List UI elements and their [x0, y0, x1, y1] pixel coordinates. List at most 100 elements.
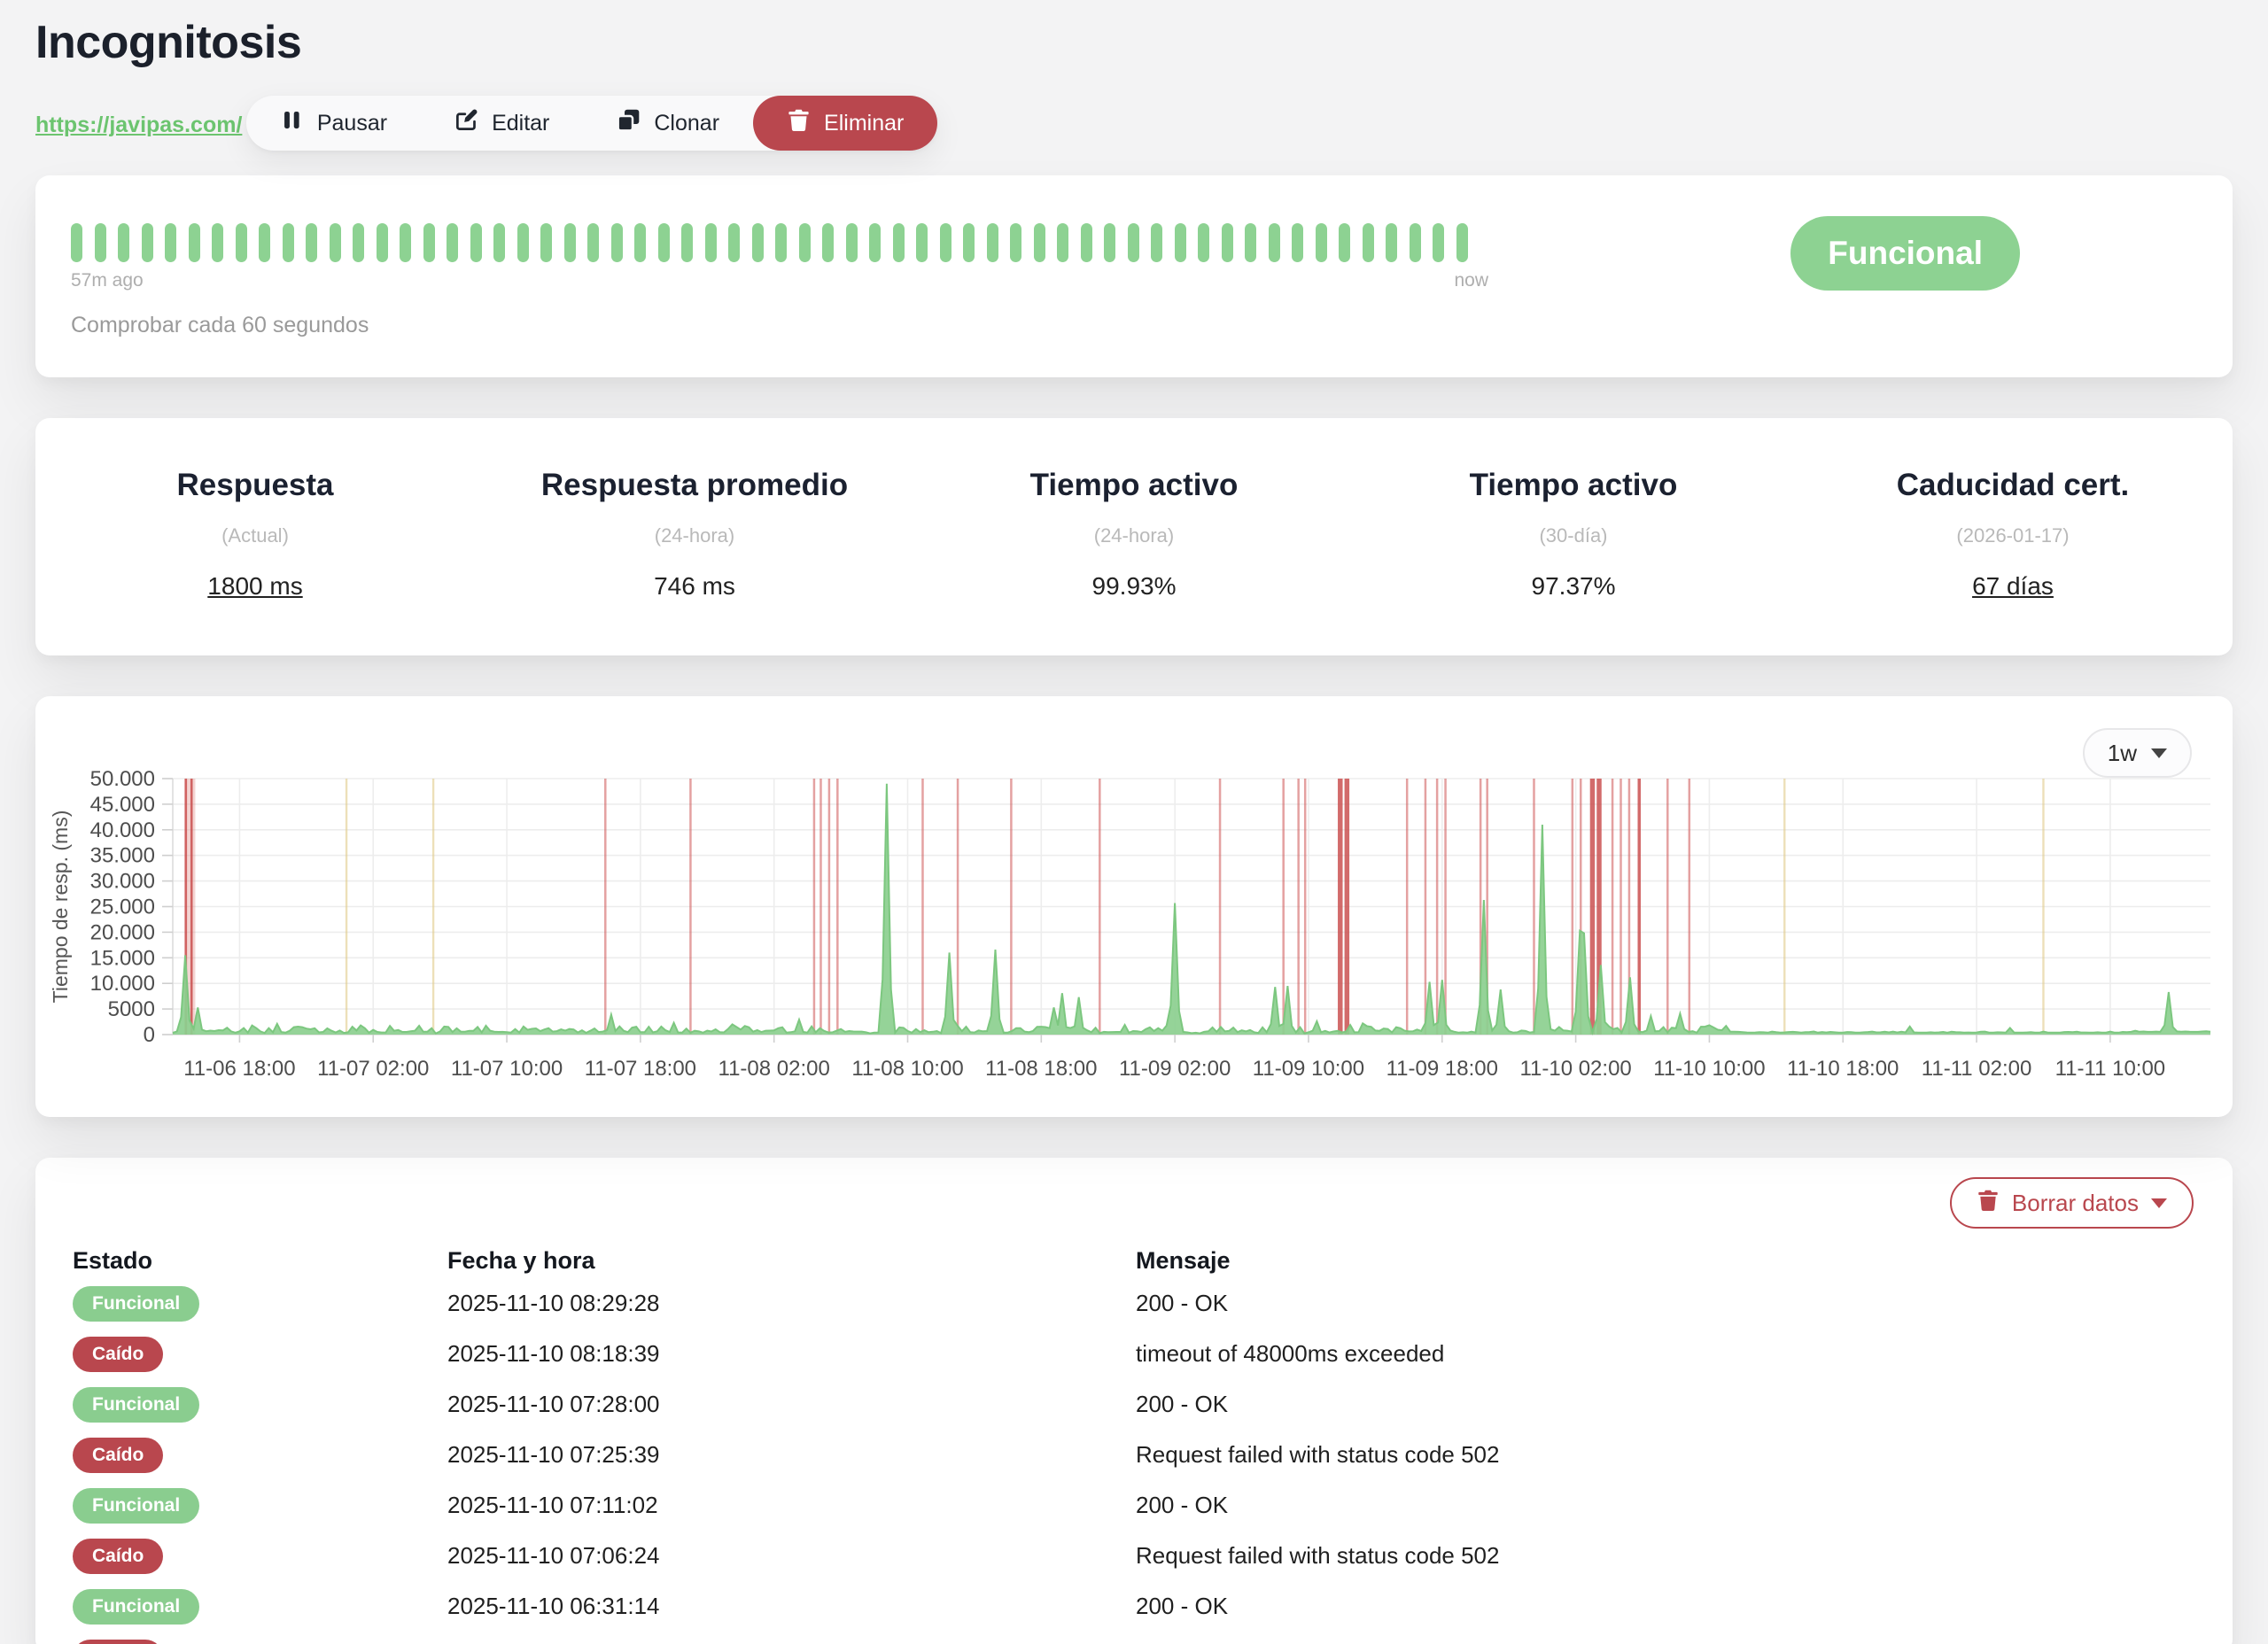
heartbeat-bar[interactable]: [987, 223, 998, 262]
heartbeat-bar[interactable]: [1081, 223, 1092, 262]
check-interval-text: Comprobar cada 60 segundos: [71, 313, 1488, 338]
svg-text:11-08 10:00: 11-08 10:00: [851, 1057, 963, 1081]
period-dropdown-value: 1w: [2108, 740, 2137, 767]
heartbeat-bar[interactable]: [1292, 223, 1303, 262]
stat-subtitle: (30-día): [1354, 524, 1793, 547]
monitor-detail-page: Incognitosis https://javipas.com/ Pausar…: [0, 0, 2268, 1644]
stat-cert-expiry: Caducidad cert. (2026-01-17) 67 días: [1793, 468, 2233, 601]
heartbeat-bar[interactable]: [470, 223, 482, 262]
heartbeat-bar[interactable]: [142, 223, 153, 262]
heartbeat-bar[interactable]: [1128, 223, 1139, 262]
heartbeat-bar[interactable]: [799, 223, 811, 262]
heartbeat-bar[interactable]: [283, 223, 294, 262]
heartbeat-bar[interactable]: [940, 223, 951, 262]
heartbeat-bar[interactable]: [447, 223, 458, 262]
heartbeat-bar[interactable]: [1245, 223, 1256, 262]
heartbeat-bar[interactable]: [165, 223, 176, 262]
heartbeat-bar[interactable]: [1363, 223, 1374, 262]
event-status-badge: Caído: [73, 1337, 163, 1372]
stat-value: 97.37%: [1354, 572, 1793, 601]
svg-text:11-08 18:00: 11-08 18:00: [985, 1057, 1097, 1081]
events-card: Borrar datos Estado Fecha y hora Mensaje…: [35, 1158, 2233, 1644]
stat-value[interactable]: 1800 ms: [35, 572, 475, 601]
heartbeat-bar[interactable]: [775, 223, 787, 262]
edit-button[interactable]: Editar: [421, 96, 583, 151]
stat-subtitle: (Actual): [35, 524, 475, 547]
response-time-chart[interactable]: 0500010.00015.00020.00025.00030.00035.00…: [35, 696, 2233, 1117]
svg-text:45.000: 45.000: [90, 793, 155, 817]
period-dropdown[interactable]: 1w: [2083, 728, 2192, 778]
event-message: 200 - OK: [1136, 1492, 2233, 1519]
heartbeat-bar[interactable]: [1034, 223, 1045, 262]
heartbeat-bar[interactable]: [1104, 223, 1115, 262]
heartbeat-bar[interactable]: [728, 223, 740, 262]
heartbeat-bar[interactable]: [236, 223, 247, 262]
heartbeat-bar[interactable]: [189, 223, 200, 262]
heartbeat-bar[interactable]: [1339, 223, 1350, 262]
heartbeat-bar[interactable]: [963, 223, 975, 262]
edit-icon: [454, 108, 478, 138]
event-status-badge: Funcional: [73, 1387, 199, 1423]
heartbeat-bar[interactable]: [916, 223, 928, 262]
heartbeat-bar[interactable]: [517, 223, 529, 262]
trash-icon: [1977, 1189, 2000, 1218]
heartbeat-bar[interactable]: [869, 223, 881, 262]
heartbeat-bar[interactable]: [330, 223, 341, 262]
svg-text:5000: 5000: [108, 997, 155, 1021]
heartbeat-bar[interactable]: [634, 223, 646, 262]
heartbeat-bar[interactable]: [1456, 223, 1468, 262]
heartbeat-bar[interactable]: [377, 223, 388, 262]
heartbeat-bar[interactable]: [118, 223, 129, 262]
event-row: Funcional2025-11-10 06:31:14200 - OK: [35, 1581, 2233, 1632]
pause-button[interactable]: Pausar: [246, 96, 421, 151]
clear-data-button[interactable]: Borrar datos: [1950, 1177, 2194, 1229]
stat-title: Tiempo activo: [1354, 468, 1793, 503]
heartbeat-bar[interactable]: [705, 223, 717, 262]
heartbeat-bar[interactable]: [893, 223, 905, 262]
heartbeat-bar[interactable]: [493, 223, 505, 262]
heartbeat-bar[interactable]: [587, 223, 599, 262]
stat-value: 99.93%: [914, 572, 1354, 601]
heartbeat-bar[interactable]: [564, 223, 576, 262]
heartbeat-bar[interactable]: [540, 223, 552, 262]
svg-text:35.000: 35.000: [90, 844, 155, 868]
heartbeat-bar[interactable]: [212, 223, 223, 262]
status-badge: Funcional: [1790, 216, 2020, 291]
heartbeat-bar[interactable]: [1057, 223, 1068, 262]
heartbeat-bar[interactable]: [846, 223, 858, 262]
heartbeat-bar[interactable]: [1010, 223, 1021, 262]
heartbeat-bar[interactable]: [1269, 223, 1280, 262]
heartbeat-bar[interactable]: [353, 223, 364, 262]
heartbeat-bar[interactable]: [95, 223, 106, 262]
heartbeat-bars[interactable]: [71, 223, 1488, 262]
stat-title: Caducidad cert.: [1793, 468, 2233, 503]
heartbeat-bar[interactable]: [1175, 223, 1186, 262]
heartbeat-bar[interactable]: [1151, 223, 1162, 262]
heartbeat-bar[interactable]: [71, 223, 82, 262]
heartbeat-bar[interactable]: [822, 223, 834, 262]
heartbeat-bar[interactable]: [423, 223, 435, 262]
heartbeat-bar[interactable]: [752, 223, 764, 262]
clone-button[interactable]: Clonar: [583, 96, 753, 151]
heartbeat-bar[interactable]: [259, 223, 270, 262]
heartbeat-bar[interactable]: [1198, 223, 1209, 262]
heartbeat-bar[interactable]: [1222, 223, 1233, 262]
heartbeat-bar[interactable]: [1410, 223, 1421, 262]
heartbeat-bar[interactable]: [681, 223, 693, 262]
trash-icon: [787, 108, 811, 138]
delete-button-label: Eliminar: [824, 111, 904, 136]
heartbeat-bar[interactable]: [658, 223, 670, 262]
heartbeat-end-time: now: [1454, 270, 1488, 291]
heartbeat-bar[interactable]: [306, 223, 317, 262]
monitor-url-link[interactable]: https://javipas.com/: [35, 112, 242, 138]
heartbeat-bar[interactable]: [400, 223, 411, 262]
heartbeat-bar[interactable]: [1316, 223, 1327, 262]
heartbeat-bar[interactable]: [1386, 223, 1397, 262]
event-datetime: 2025-11-10 06:31:14: [447, 1593, 1136, 1620]
stat-subtitle: (2026-01-17): [1793, 524, 2233, 547]
heartbeat-bar[interactable]: [1433, 223, 1444, 262]
heartbeat-bar[interactable]: [611, 223, 623, 262]
delete-button[interactable]: Eliminar: [753, 96, 937, 151]
stat-value[interactable]: 67 días: [1793, 572, 2233, 601]
stat-response-average: Respuesta promedio (24-hora) 746 ms: [475, 468, 914, 601]
